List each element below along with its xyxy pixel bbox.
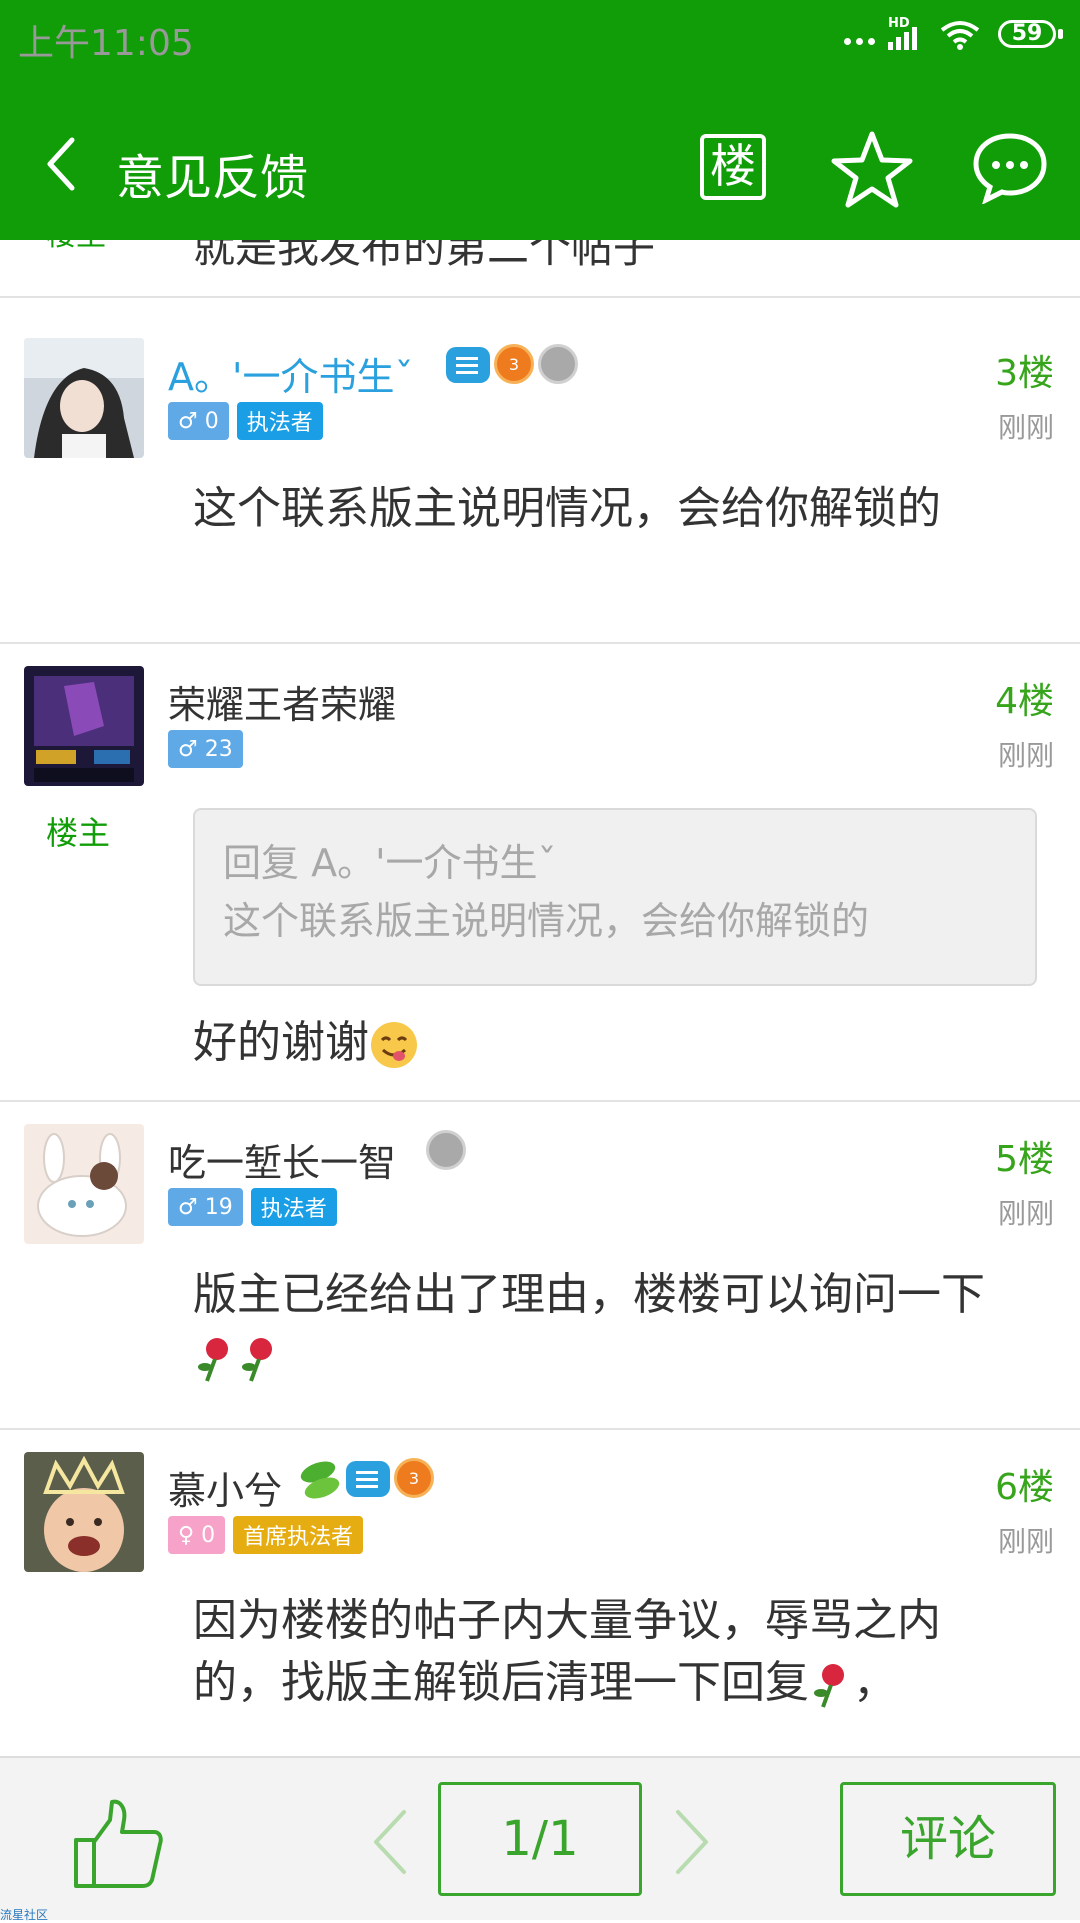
back-arrow-icon[interactable] [42,134,82,194]
post-body-tail: ， [853,1657,897,1708]
post-floor-3[interactable]: A。'一介书生ˇ 3 3楼 刚刚 ♂ 0 执法者 这个联系版主说明情况，会给你解… [0,316,1080,644]
post-time: 刚刚 [997,1525,1054,1558]
silver-medal-icon [538,344,578,384]
post-body: 好的谢谢 [193,1017,369,1068]
post-body-line: 好的谢谢 [193,1012,1013,1074]
status-bar: 上午11:05 HD 59 [0,0,1080,78]
post-floor-6[interactable]: 慕小兮 3 6楼 刚刚 ♀ 0 首席执法者 因为楼楼的帖子内大量争议，辱骂之内的… [0,1430,1080,1756]
rose-emoji-icon [814,1664,844,1708]
leaf-badge-icon [300,1461,340,1499]
bottom-action-bar: 1/1 评论 流星社区 [0,1756,1080,1922]
comment-bubble-icon[interactable] [972,132,1048,204]
post-body-line: 因为楼楼的帖子内大量争议，辱骂之内的，找版主解锁后清理一下回复 ， [193,1590,1013,1714]
role-tag: 执法者 [236,402,323,440]
floor-number: 6楼 [995,1467,1054,1508]
username[interactable]: 吃一堑长一智 [168,1132,396,1187]
quote-author: 回复 A。'一介书生ˇ [223,841,557,885]
gender-level-tag: ♂ 0 [168,402,229,440]
previous-page-icon[interactable] [368,1806,412,1878]
battery-icon: 59 [998,20,1056,48]
post-floor-4[interactable]: 楼主 荣耀王者荣耀 4楼 刚刚 ♂ 23 回复 A。'一介书生ˇ 这个联系版主说… [0,644,1080,1102]
owner-tag: 楼主 [46,814,111,852]
role-tag: 执法者 [250,1188,337,1226]
gender-level-tag: ♂ 23 [168,730,243,768]
rose-emoji-icon [198,1338,228,1382]
post-list[interactable]: 楼主 就是我发布的第二个帖子 A。'一介书生ˇ 3 3楼 刚刚 ♂ 0 执法者 … [0,240,1080,1756]
post-time: 刚刚 [997,411,1054,444]
owner-tag: 楼主 [46,240,106,254]
floor-number: 4楼 [995,681,1054,722]
quote-text: 这个联系版主说明情况，会给你解锁的 [223,899,870,943]
signal-icon [888,27,917,50]
gender-level-tag: ♂ 19 [168,1188,243,1226]
watermark: 流星社区 [0,1908,49,1922]
rose-emoji-icon [242,1338,272,1382]
user-tags: ♂ 0 执法者 [168,402,323,440]
role-tag: 首席执法者 [233,1516,364,1554]
floor-jump-icon[interactable]: 楼 [700,134,766,200]
badge-group: 3 [446,344,578,384]
avatar[interactable] [24,666,144,786]
badge-group [426,1130,466,1170]
navigation-bar: 意见反馈 楼 [0,100,1080,240]
wifi-icon [940,21,980,50]
previous-post: 楼主 就是我发布的第二个帖子 [0,240,1080,298]
username[interactable]: 荣耀王者荣耀 [168,674,396,729]
user-tags: ♂ 23 [168,730,243,768]
gender-level-tag: ♀ 0 [168,1516,226,1554]
floor-number: 5楼 [995,1139,1054,1180]
favorite-star-icon[interactable] [830,128,914,212]
avatar[interactable] [24,338,144,458]
username[interactable]: A。'一介书生ˇ [168,346,413,401]
level-3-badge-icon: 3 [494,344,534,384]
post-body: 就是我发布的第二个帖子 [193,240,656,272]
page-indicator[interactable]: 1/1 [438,1782,642,1896]
more-notifications-icon [844,38,875,45]
silver-medal-icon [426,1130,466,1170]
top-app-bar: 上午11:05 HD 59 意见反馈 楼 [0,0,1080,240]
post-time: 刚刚 [997,739,1054,772]
quoted-reply[interactable]: 回复 A。'一介书生ˇ 这个联系版主说明情况，会给你解锁的 [193,808,1037,986]
username[interactable]: 慕小兮 [168,1460,282,1515]
user-tags: ♀ 0 首席执法者 [168,1516,364,1554]
level-3-badge-icon: 3 [394,1458,434,1498]
post-body: 版主已经给出了理由，楼楼可以询问一下 [193,1269,985,1320]
post-time: 刚刚 [997,1197,1054,1230]
avatar[interactable] [24,1452,144,1572]
user-tags: ♂ 19 执法者 [168,1188,337,1226]
avatar[interactable] [24,1124,144,1244]
chat-badge-icon [346,1461,390,1497]
post-floor-5[interactable]: 吃一堑长一智 5楼 刚刚 ♂ 19 执法者 版主已经给出了理由，楼楼可以询问一下 [0,1102,1080,1430]
thumbs-up-icon[interactable] [70,1796,166,1892]
chat-badge-icon [446,347,490,383]
post-body-line: 版主已经给出了理由，楼楼可以询问一下 [193,1264,1013,1388]
floor-number: 3楼 [995,353,1054,394]
next-page-icon[interactable] [670,1806,714,1878]
yum-face-emoji-icon [371,1022,417,1068]
badge-group: 3 [296,1458,434,1502]
page-title: 意见反馈 [116,150,309,206]
comment-button[interactable]: 评论 [840,1782,1056,1896]
post-body: 这个联系版主说明情况，会给你解锁的 [193,483,941,534]
